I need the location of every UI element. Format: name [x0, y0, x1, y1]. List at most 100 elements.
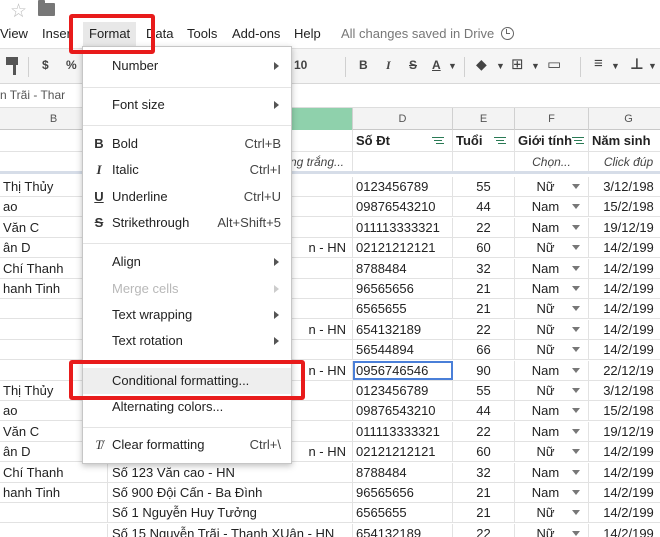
table-cell[interactable]: Số 123 Văn cao - HN — [108, 463, 353, 482]
table-cell[interactable] — [0, 503, 108, 522]
chevron-down-icon[interactable] — [572, 531, 580, 536]
table-cell[interactable]: 02121212121 — [353, 238, 453, 257]
table-cell[interactable]: 654132189 — [353, 320, 453, 339]
chevron-down-icon[interactable] — [572, 306, 580, 311]
chevron-down-icon[interactable] — [572, 286, 580, 291]
table-cell[interactable]: Nữ — [515, 177, 589, 196]
menu-tools[interactable]: Tools — [187, 26, 217, 41]
table-cell[interactable]: 96565656 — [353, 483, 453, 502]
table-cell[interactable]: 0956746546 — [353, 361, 453, 380]
table-cell[interactable]: Nam — [515, 197, 589, 216]
table-cell[interactable]: Nữ — [515, 340, 589, 359]
table-cell[interactable]: 44 — [453, 197, 515, 216]
table-cell[interactable]: 14/2/199 — [589, 463, 660, 482]
vertical-align-icon[interactable]: ⊥ — [630, 55, 644, 73]
chevron-down-icon[interactable]: ▼ — [448, 61, 457, 71]
menu-item-clear-formatting[interactable]: T̸ Clear formatting Ctrl+\ — [83, 432, 291, 458]
filter-icon[interactable] — [572, 136, 584, 145]
paint-format-icon[interactable] — [6, 57, 18, 75]
table-cell[interactable]: Nữ — [515, 381, 589, 400]
table-cell[interactable]: Số 900 Đội Cấn - Ba Đình — [108, 483, 353, 502]
save-status[interactable]: All changes saved in Drive — [341, 26, 494, 41]
table-cell[interactable]: 19/12/19 — [589, 422, 660, 441]
menu-view[interactable]: View — [0, 26, 28, 41]
menu-item-underline[interactable]: U Underline Ctrl+U — [83, 184, 291, 210]
column-header-d[interactable]: D — [353, 108, 453, 130]
text-color-button[interactable]: A — [432, 58, 441, 72]
header-birth[interactable]: Năm sinh — [589, 130, 660, 151]
table-cell[interactable]: 44 — [453, 401, 515, 420]
table-cell[interactable]: 22 — [453, 422, 515, 441]
chevron-down-icon[interactable] — [572, 368, 580, 373]
chevron-down-icon[interactable]: ▼ — [648, 61, 657, 71]
table-cell[interactable]: Nam — [515, 422, 589, 441]
table-cell[interactable]: 66 — [453, 340, 515, 359]
table-cell[interactable]: 21 — [453, 483, 515, 502]
folder-icon[interactable] — [38, 0, 55, 16]
chevron-down-icon[interactable] — [572, 327, 580, 332]
chevron-down-icon[interactable] — [572, 347, 580, 352]
table-cell[interactable]: 3/12/198 — [589, 381, 660, 400]
header-gender[interactable]: Giới tính — [515, 130, 589, 151]
table-cell[interactable]: 14/2/199 — [589, 320, 660, 339]
table-cell[interactable]: 32 — [453, 259, 515, 278]
table-cell[interactable]: 55 — [453, 381, 515, 400]
chevron-down-icon[interactable] — [572, 470, 580, 475]
table-cell[interactable] — [353, 152, 453, 171]
table-cell[interactable]: Nam — [515, 401, 589, 420]
chevron-down-icon[interactable] — [572, 510, 580, 515]
table-cell[interactable]: 19/12/19 — [589, 218, 660, 237]
table-cell[interactable]: 14/2/199 — [589, 279, 660, 298]
chevron-down-icon[interactable] — [572, 184, 580, 189]
table-cell[interactable]: 14/2/199 — [589, 483, 660, 502]
header-phone[interactable]: Số Đt — [353, 130, 453, 151]
fill-color-icon[interactable]: ◆ — [476, 56, 487, 73]
table-cell[interactable]: Nam — [515, 218, 589, 237]
table-cell[interactable]: Chí Thanh — [0, 463, 108, 482]
table-cell[interactable]: 6565655 — [353, 503, 453, 522]
menu-item-italic[interactable]: I Italic Ctrl+I — [83, 157, 291, 183]
table-cell[interactable]: Nam — [515, 361, 589, 380]
table-cell[interactable]: 22 — [453, 524, 515, 537]
chevron-down-icon[interactable]: ▼ — [496, 61, 505, 71]
menu-addons[interactable]: Add-ons — [232, 26, 280, 41]
table-cell[interactable]: 02121212121 — [353, 442, 453, 461]
header-age[interactable]: Tuổi — [453, 130, 515, 151]
menu-item-bold[interactable]: B Bold Ctrl+B — [83, 131, 291, 157]
revision-history-icon[interactable] — [501, 27, 514, 40]
table-cell[interactable]: 14/2/199 — [589, 299, 660, 318]
table-cell[interactable]: 0123456789 — [353, 381, 453, 400]
table-cell[interactable]: 22 — [453, 320, 515, 339]
percent-button[interactable]: % — [66, 58, 77, 72]
table-cell[interactable]: Nữ — [515, 299, 589, 318]
table-cell[interactable]: 14/2/199 — [589, 442, 660, 461]
table-cell[interactable]: 09876543210 — [353, 197, 453, 216]
table-cell[interactable]: 21 — [453, 503, 515, 522]
menu-item-strikethrough[interactable]: S Strikethrough Alt+Shift+5 — [83, 210, 291, 236]
table-cell[interactable]: hanh Tinh — [0, 483, 108, 502]
menu-insert[interactable]: Inser — [42, 26, 71, 41]
column-header-g[interactable]: G — [589, 108, 660, 130]
table-cell[interactable]: 55 — [453, 177, 515, 196]
table-cell[interactable]: 14/2/199 — [589, 524, 660, 537]
chevron-down-icon[interactable] — [572, 245, 580, 250]
bold-button[interactable]: B — [359, 58, 368, 72]
chevron-down-icon[interactable] — [572, 449, 580, 454]
menu-item-text-rotation[interactable]: Text rotation — [83, 328, 291, 354]
table-cell[interactable]: 21 — [453, 299, 515, 318]
filter-icon[interactable] — [432, 136, 444, 145]
chevron-down-icon[interactable] — [572, 266, 580, 271]
table-cell[interactable]: 21 — [453, 279, 515, 298]
chevron-down-icon[interactable] — [572, 429, 580, 434]
table-cell[interactable]: 654132189 — [353, 524, 453, 537]
table-cell[interactable]: 0123456789 — [353, 177, 453, 196]
table-cell[interactable]: 60 — [453, 442, 515, 461]
table-cell[interactable]: Nữ — [515, 442, 589, 461]
merge-icon[interactable]: ▭ — [547, 55, 561, 73]
table-cell[interactable]: Nữ — [515, 238, 589, 257]
table-cell[interactable]: 60 — [453, 238, 515, 257]
table-cell[interactable]: Nữ — [515, 524, 589, 537]
table-cell[interactable]: 32 — [453, 463, 515, 482]
hint-cell[interactable]: Click đúp — [589, 152, 660, 171]
table-cell[interactable]: 14/2/199 — [589, 503, 660, 522]
